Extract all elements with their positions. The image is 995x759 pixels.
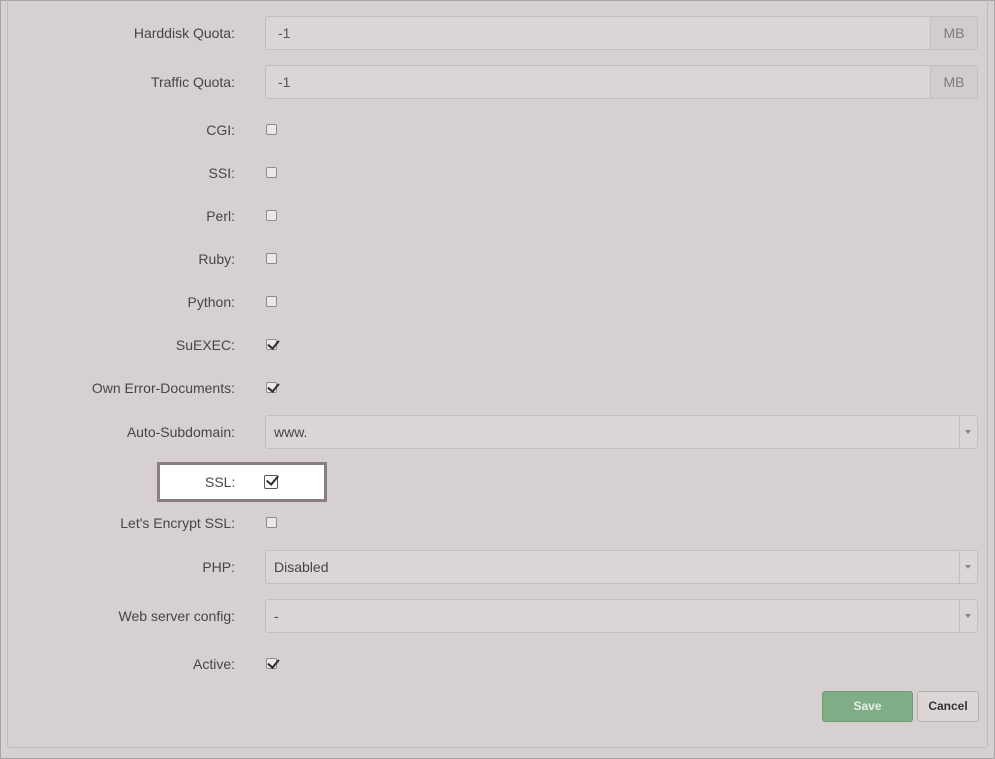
web-server-config-dropdown-toggle[interactable] [959, 600, 977, 632]
php-dropdown-toggle[interactable] [959, 551, 977, 583]
perl-label: Perl: [206, 208, 235, 224]
perl-checkbox[interactable] [266, 210, 277, 221]
suexec-label: SuEXEC: [175, 337, 235, 353]
web-server-config-label: Web server config: [118, 608, 235, 624]
python-label: Python: [187, 294, 235, 310]
traffic-quota-unit: MB [930, 65, 978, 99]
active-label: Active: [192, 656, 235, 672]
active-row: Active: [0, 647, 995, 681]
harddisk-quota-row: Harddisk Quota: -1 MB [0, 16, 995, 50]
web-server-config-value: - [274, 608, 279, 624]
auto-subdomain-dropdown-toggle[interactable] [959, 416, 977, 448]
ruby-row: Ruby: [0, 242, 995, 276]
ssi-row: SSI: [0, 156, 995, 190]
lets-encrypt-ssl-row: Let's Encrypt SSL: [0, 506, 995, 540]
suexec-checkbox[interactable] [266, 339, 277, 350]
auto-subdomain-select[interactable]: www. [265, 415, 978, 449]
traffic-quota-label: Traffic Quota: [150, 74, 235, 90]
own-error-documents-row: Own Error-Documents: [0, 371, 995, 405]
auto-subdomain-value: www. [274, 424, 308, 440]
cancel-button[interactable]: Cancel [917, 691, 979, 722]
python-checkbox[interactable] [266, 296, 277, 307]
harddisk-quota-unit: MB [930, 16, 978, 50]
auto-subdomain-label: Auto-Subdomain: [126, 424, 235, 440]
cgi-label: CGI: [206, 122, 235, 138]
chevron-down-icon [965, 565, 971, 569]
php-label: PHP: [202, 559, 235, 575]
php-value: Disabled [274, 559, 329, 575]
web-server-config-row: Web server config: - [0, 599, 995, 633]
harddisk-quota-label: Harddisk Quota: [133, 25, 235, 41]
ssl-highlight-box: SSL: [157, 462, 327, 502]
ssl-label: SSL: [205, 474, 236, 490]
php-row: PHP: Disabled [0, 550, 995, 584]
own-error-documents-label: Own Error-Documents: [91, 380, 235, 396]
auto-subdomain-row: Auto-Subdomain: www. [0, 415, 995, 449]
ssi-label: SSI: [208, 165, 235, 181]
php-select[interactable]: Disabled [265, 550, 978, 584]
traffic-quota-input[interactable]: -1 [265, 65, 931, 99]
ssi-checkbox[interactable] [266, 167, 277, 178]
perl-row: Perl: [0, 199, 995, 233]
lets-encrypt-ssl-label: Let's Encrypt SSL: [120, 515, 235, 531]
save-button[interactable]: Save [822, 691, 913, 722]
cgi-checkbox[interactable] [266, 124, 277, 135]
lets-encrypt-ssl-checkbox[interactable] [266, 517, 277, 528]
web-server-config-select[interactable]: - [265, 599, 978, 633]
harddisk-quota-input[interactable]: -1 [265, 16, 931, 50]
ruby-checkbox[interactable] [266, 253, 277, 264]
suexec-row: SuEXEC: [0, 328, 995, 362]
traffic-quota-row: Traffic Quota: -1 MB [0, 65, 995, 99]
chevron-down-icon [965, 614, 971, 618]
active-checkbox[interactable] [266, 658, 277, 669]
python-row: Python: [0, 285, 995, 319]
chevron-down-icon [965, 430, 971, 434]
own-error-documents-checkbox[interactable] [266, 382, 277, 393]
cgi-row: CGI: [0, 113, 995, 147]
ssl-checkbox[interactable] [264, 475, 278, 489]
ruby-label: Ruby: [198, 251, 235, 267]
